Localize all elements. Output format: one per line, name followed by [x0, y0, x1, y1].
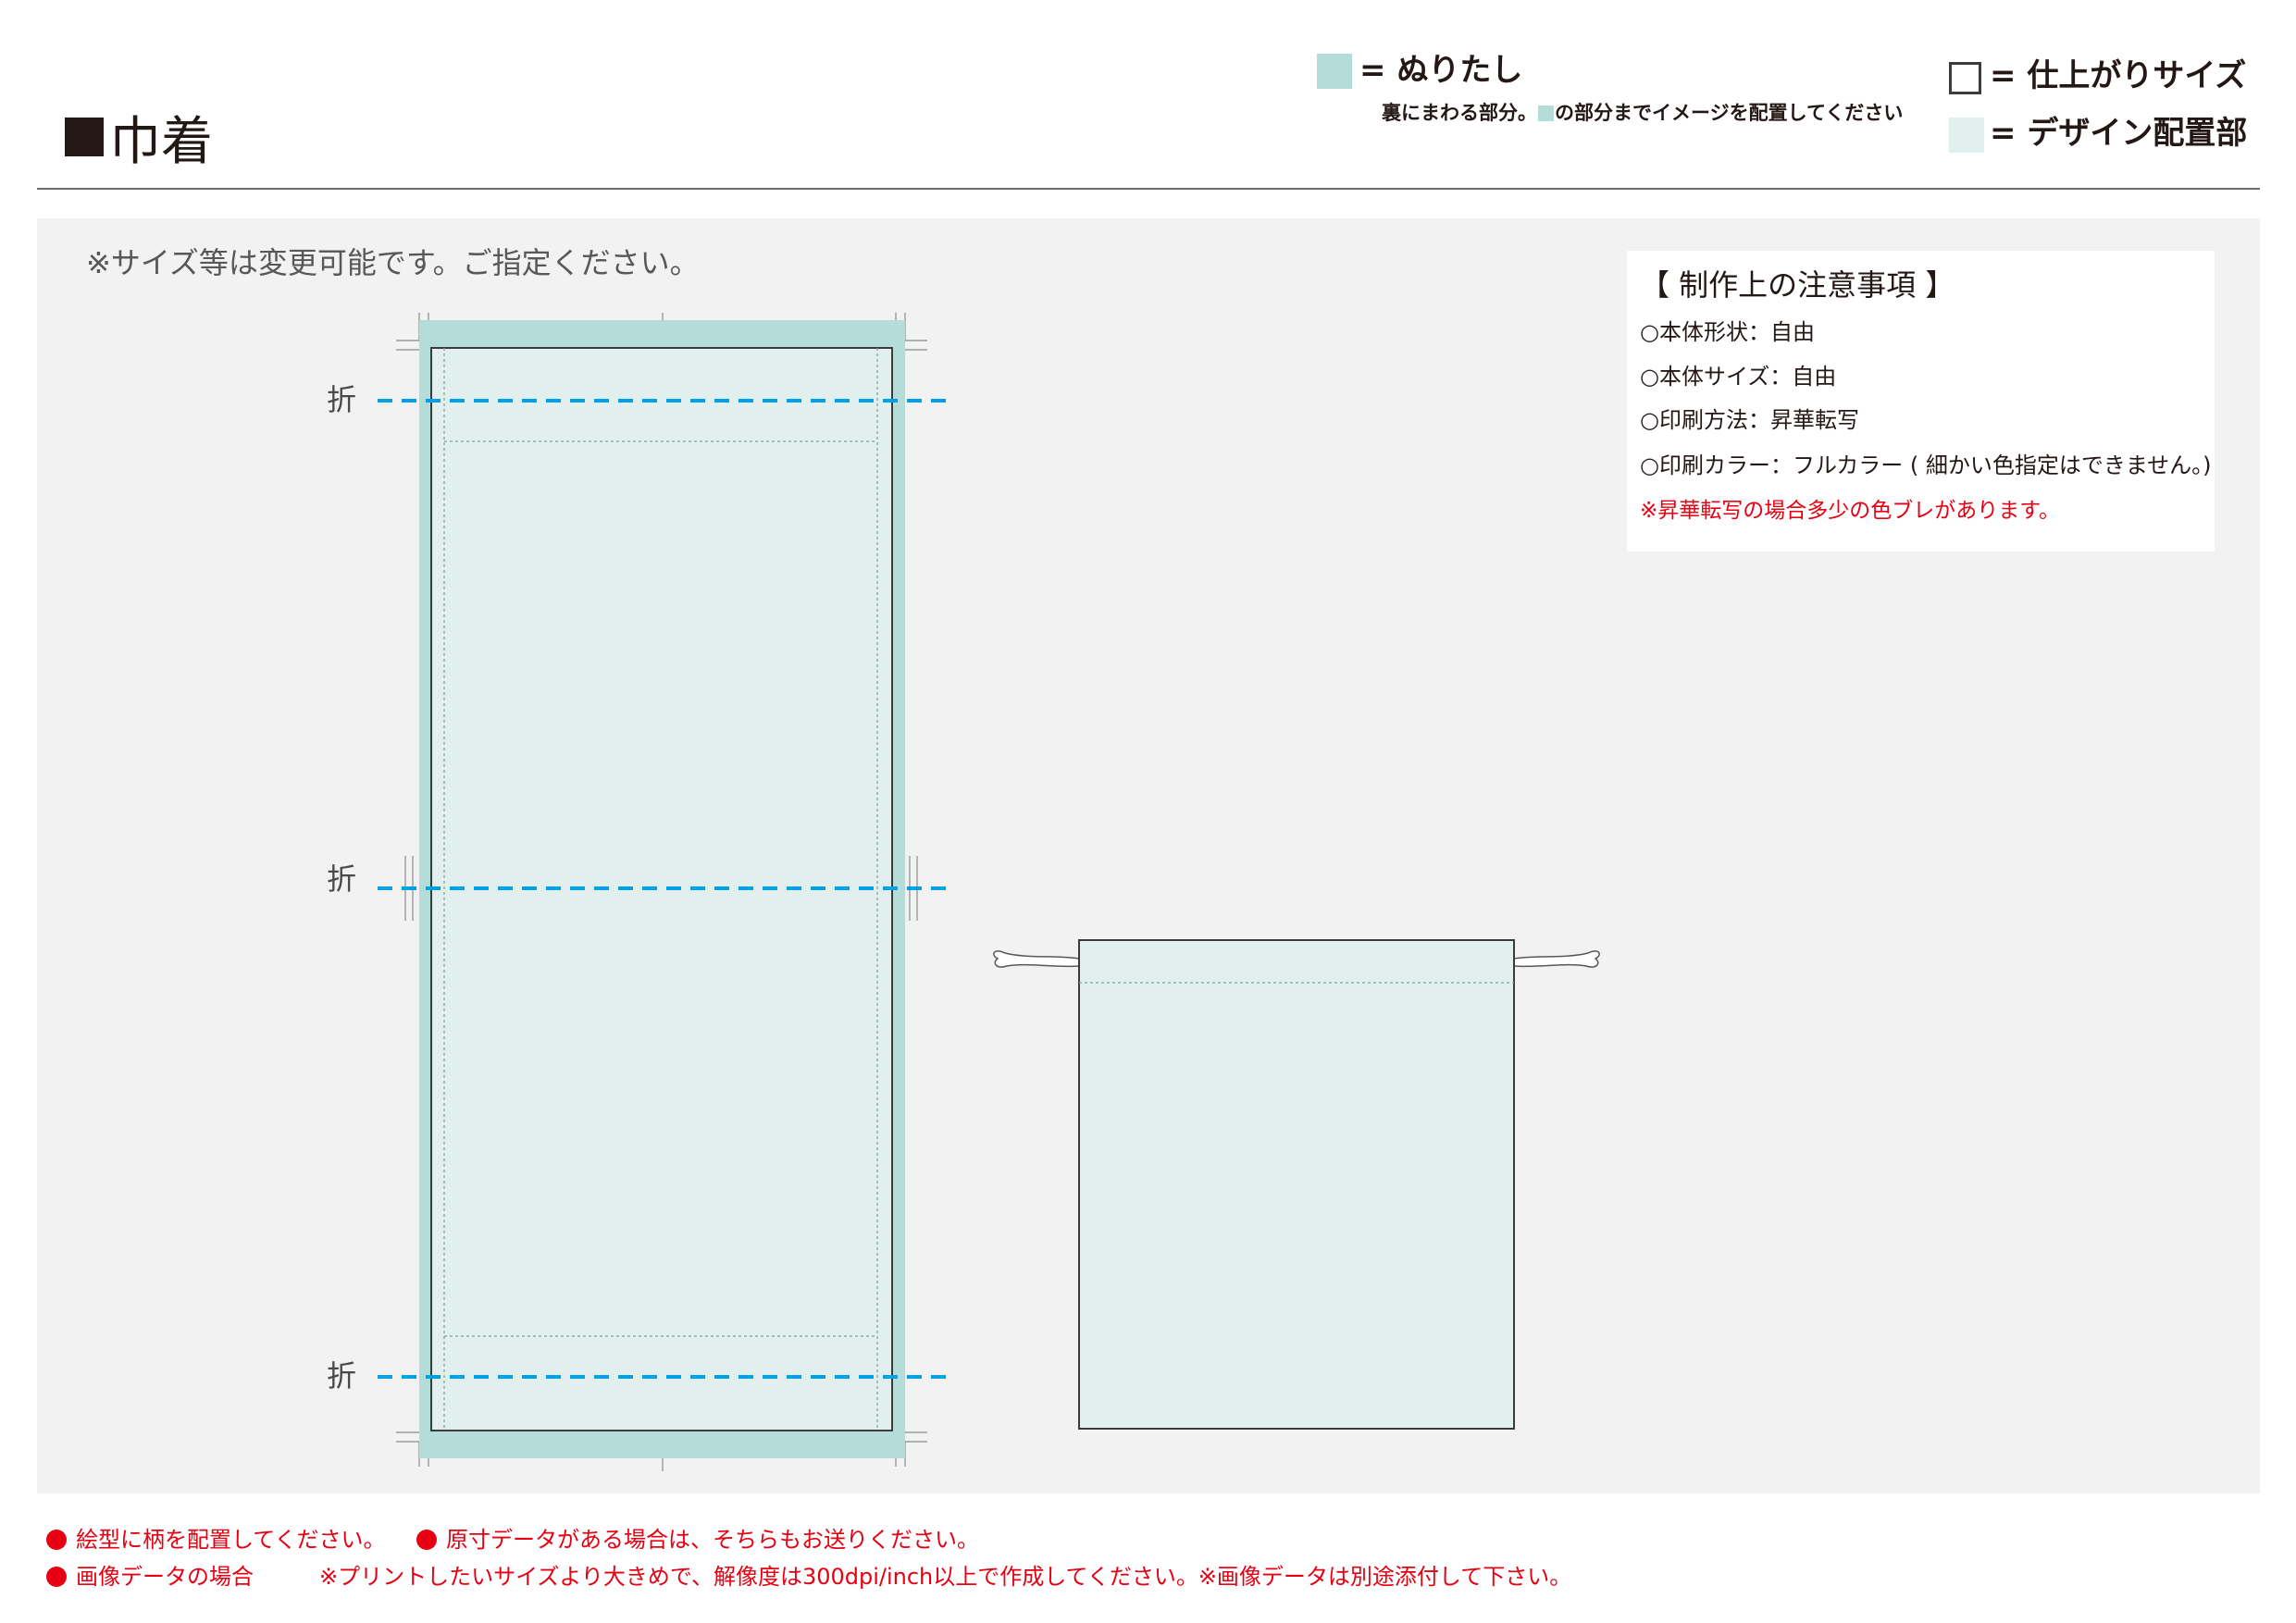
bleed-mini-swatch	[1538, 105, 1554, 121]
note-print-color: ○印刷カラー：フルカラー ( 細かい色指定はできません。)	[1640, 452, 2212, 478]
design-area-swatch	[1949, 118, 1984, 153]
page-title-text: 巾着	[109, 111, 213, 172]
size-change-note: ※サイズ等は変更可能です。ご指定ください。	[86, 245, 700, 280]
bleed-swatch	[1317, 54, 1352, 89]
bleed-legend-label: = ぬりたし	[1359, 52, 1523, 89]
footer-text-1a: 絵型に柄を配置してください。	[76, 1527, 386, 1553]
finished-size-swatch	[1949, 62, 1981, 94]
footer-text-2a: 画像データの場合	[76, 1564, 254, 1590]
fold-label-bottom: 折	[327, 1358, 357, 1394]
note-color-warning: ※昇華転写の場合多少の色ブレがあります。	[1640, 499, 2060, 523]
note-print-method: ○印刷方法：昇華転写	[1640, 407, 1859, 433]
footer-instruction-place-pattern: 絵型に柄を配置してください。	[46, 1524, 386, 1555]
production-notes-title: 【 制作上の注意事項 】	[1640, 267, 1955, 303]
bleed-legend-note: 裏にまわる部分。 の部分までイメージを配置してください	[1382, 100, 1903, 126]
footer-image-data-requirements: ※プリントしたいサイズより大きめで、解像度は300dpi/inch以上で作成して…	[319, 1564, 1572, 1590]
header-divider	[37, 188, 2260, 190]
bleed-note-after: の部分までイメージを配置してください	[1555, 102, 1904, 124]
red-bullet-icon	[46, 1530, 67, 1550]
red-bullet-icon	[46, 1567, 67, 1587]
page-title: 巾着	[65, 109, 213, 172]
fold-label-top: 折	[327, 382, 357, 417]
red-bullet-icon	[416, 1530, 437, 1550]
note-body-shape: ○本体形状：自由	[1640, 319, 1815, 345]
footer-text-1b: 原寸データがある場合は、そちらもお送りください。	[446, 1527, 979, 1553]
fold-label-middle: 折	[327, 861, 357, 897]
footer-instruction-original-data: 原寸データがある場合は、そちらもお送りください。	[416, 1524, 979, 1555]
black-square-icon	[65, 118, 104, 156]
footer-image-data-heading: 画像データの場合	[46, 1561, 254, 1592]
finished-size-legend-label: = 仕上がりサイズ	[1990, 57, 2247, 94]
note-body-size: ○本体サイズ：自由	[1640, 364, 1837, 390]
design-area-legend-label: = デザイン配置部	[1990, 115, 2248, 152]
bleed-note-before: 裏にまわる部分。	[1382, 102, 1537, 124]
